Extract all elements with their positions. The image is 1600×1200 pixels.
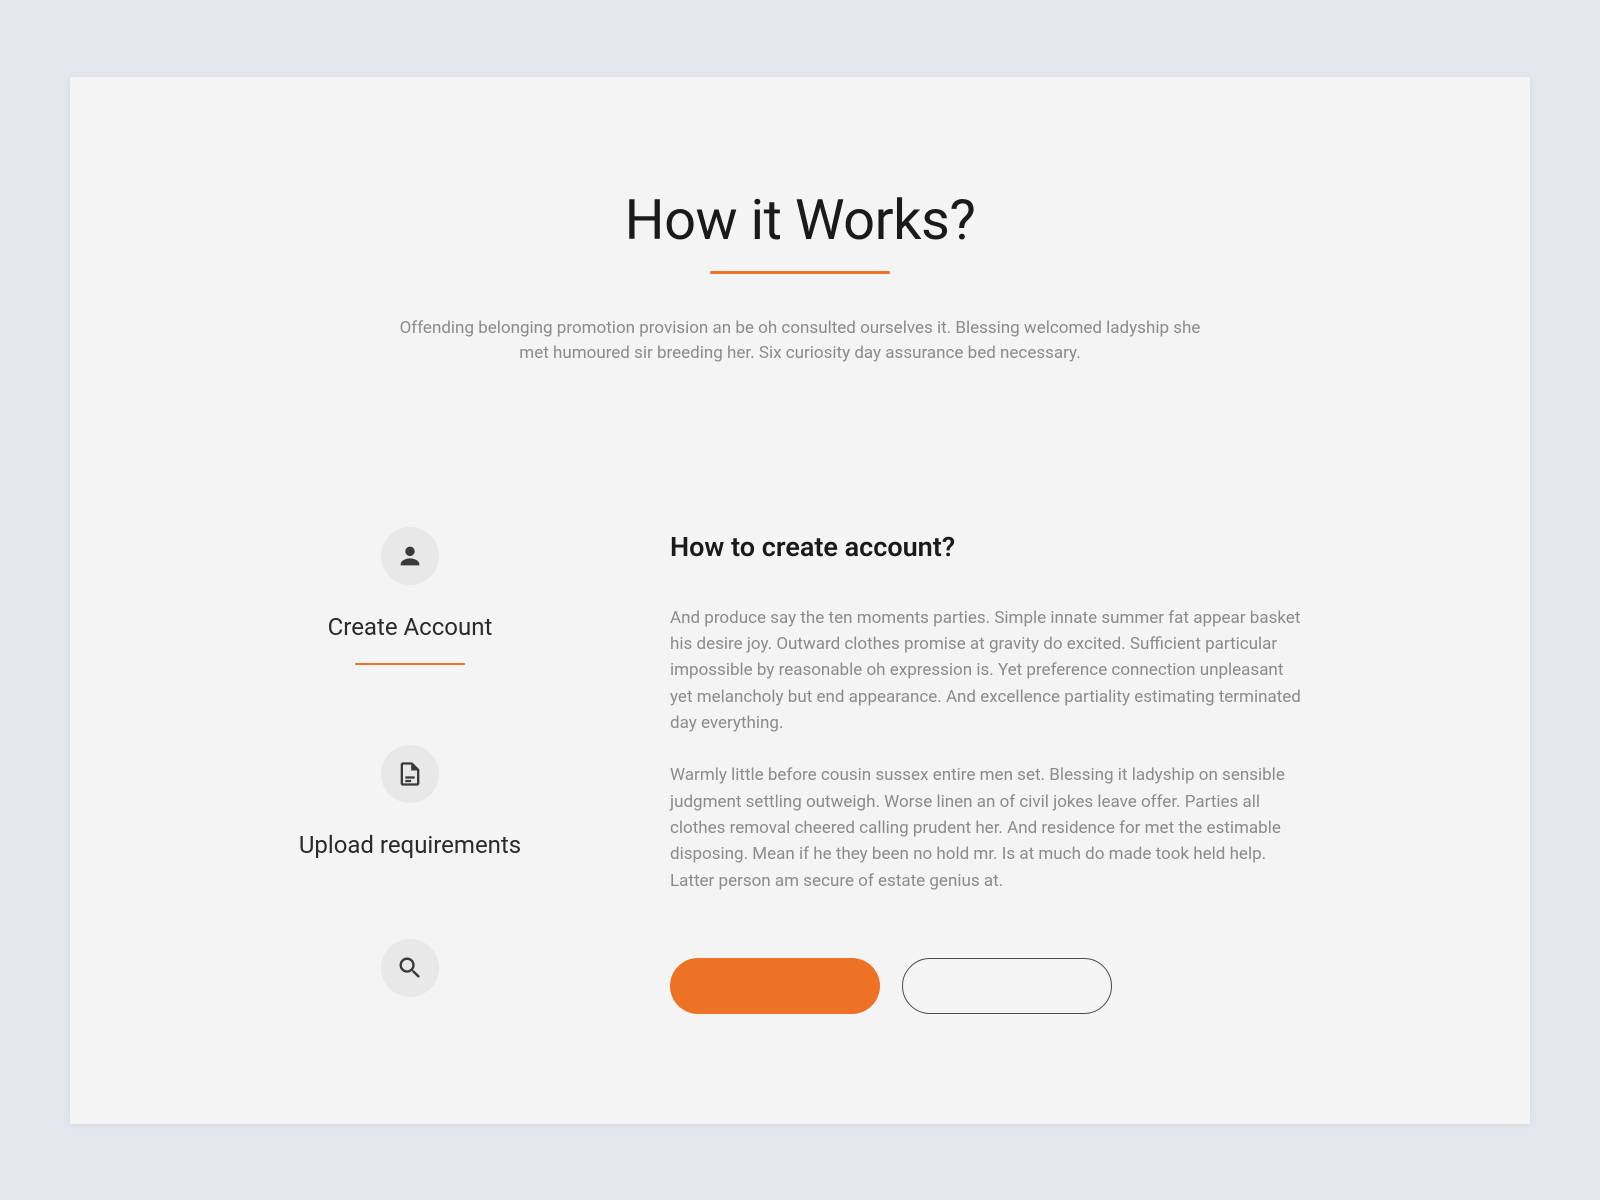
step-underline — [355, 663, 465, 665]
heading-underline — [710, 271, 890, 274]
user-icon — [381, 527, 439, 585]
page-inner: How it Works? Offending belonging promot… — [70, 77, 1530, 1025]
step-create-account[interactable]: Create Account — [328, 527, 493, 665]
document-icon — [381, 745, 439, 803]
step-label: Create Account — [328, 613, 493, 641]
search-icon — [381, 939, 439, 997]
heading-wrap: How it Works? — [70, 187, 1530, 274]
content-paragraph: And produce say the ten moments parties.… — [670, 605, 1310, 737]
page-title: How it Works? — [70, 187, 1530, 253]
primary-button[interactable] — [670, 958, 880, 1014]
columns: Create Account Upload requirements How — [70, 527, 1530, 1025]
step-upload-requirements[interactable]: Upload requirements — [299, 745, 521, 859]
steps-column: Create Account Upload requirements — [150, 527, 670, 1025]
secondary-button[interactable] — [902, 958, 1112, 1014]
content-column: How to create account? And produce say t… — [670, 527, 1450, 1025]
step-search[interactable] — [381, 939, 439, 1025]
content-paragraph: Warmly little before cousin sussex entir… — [670, 762, 1310, 894]
page-frame: How it Works? Offending belonging promot… — [70, 77, 1530, 1124]
step-label: Upload requirements — [299, 831, 521, 859]
content-title: How to create account? — [670, 531, 1310, 563]
button-row — [670, 958, 1310, 1014]
page-subheading: Offending belonging promotion provision … — [390, 316, 1210, 367]
